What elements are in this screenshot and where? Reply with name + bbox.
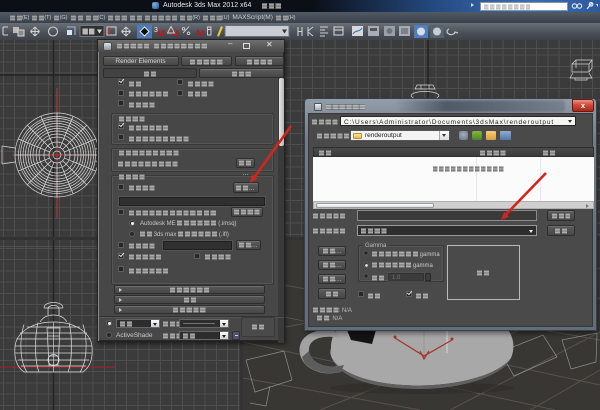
svg-text:3: 3 [154, 27, 158, 34]
